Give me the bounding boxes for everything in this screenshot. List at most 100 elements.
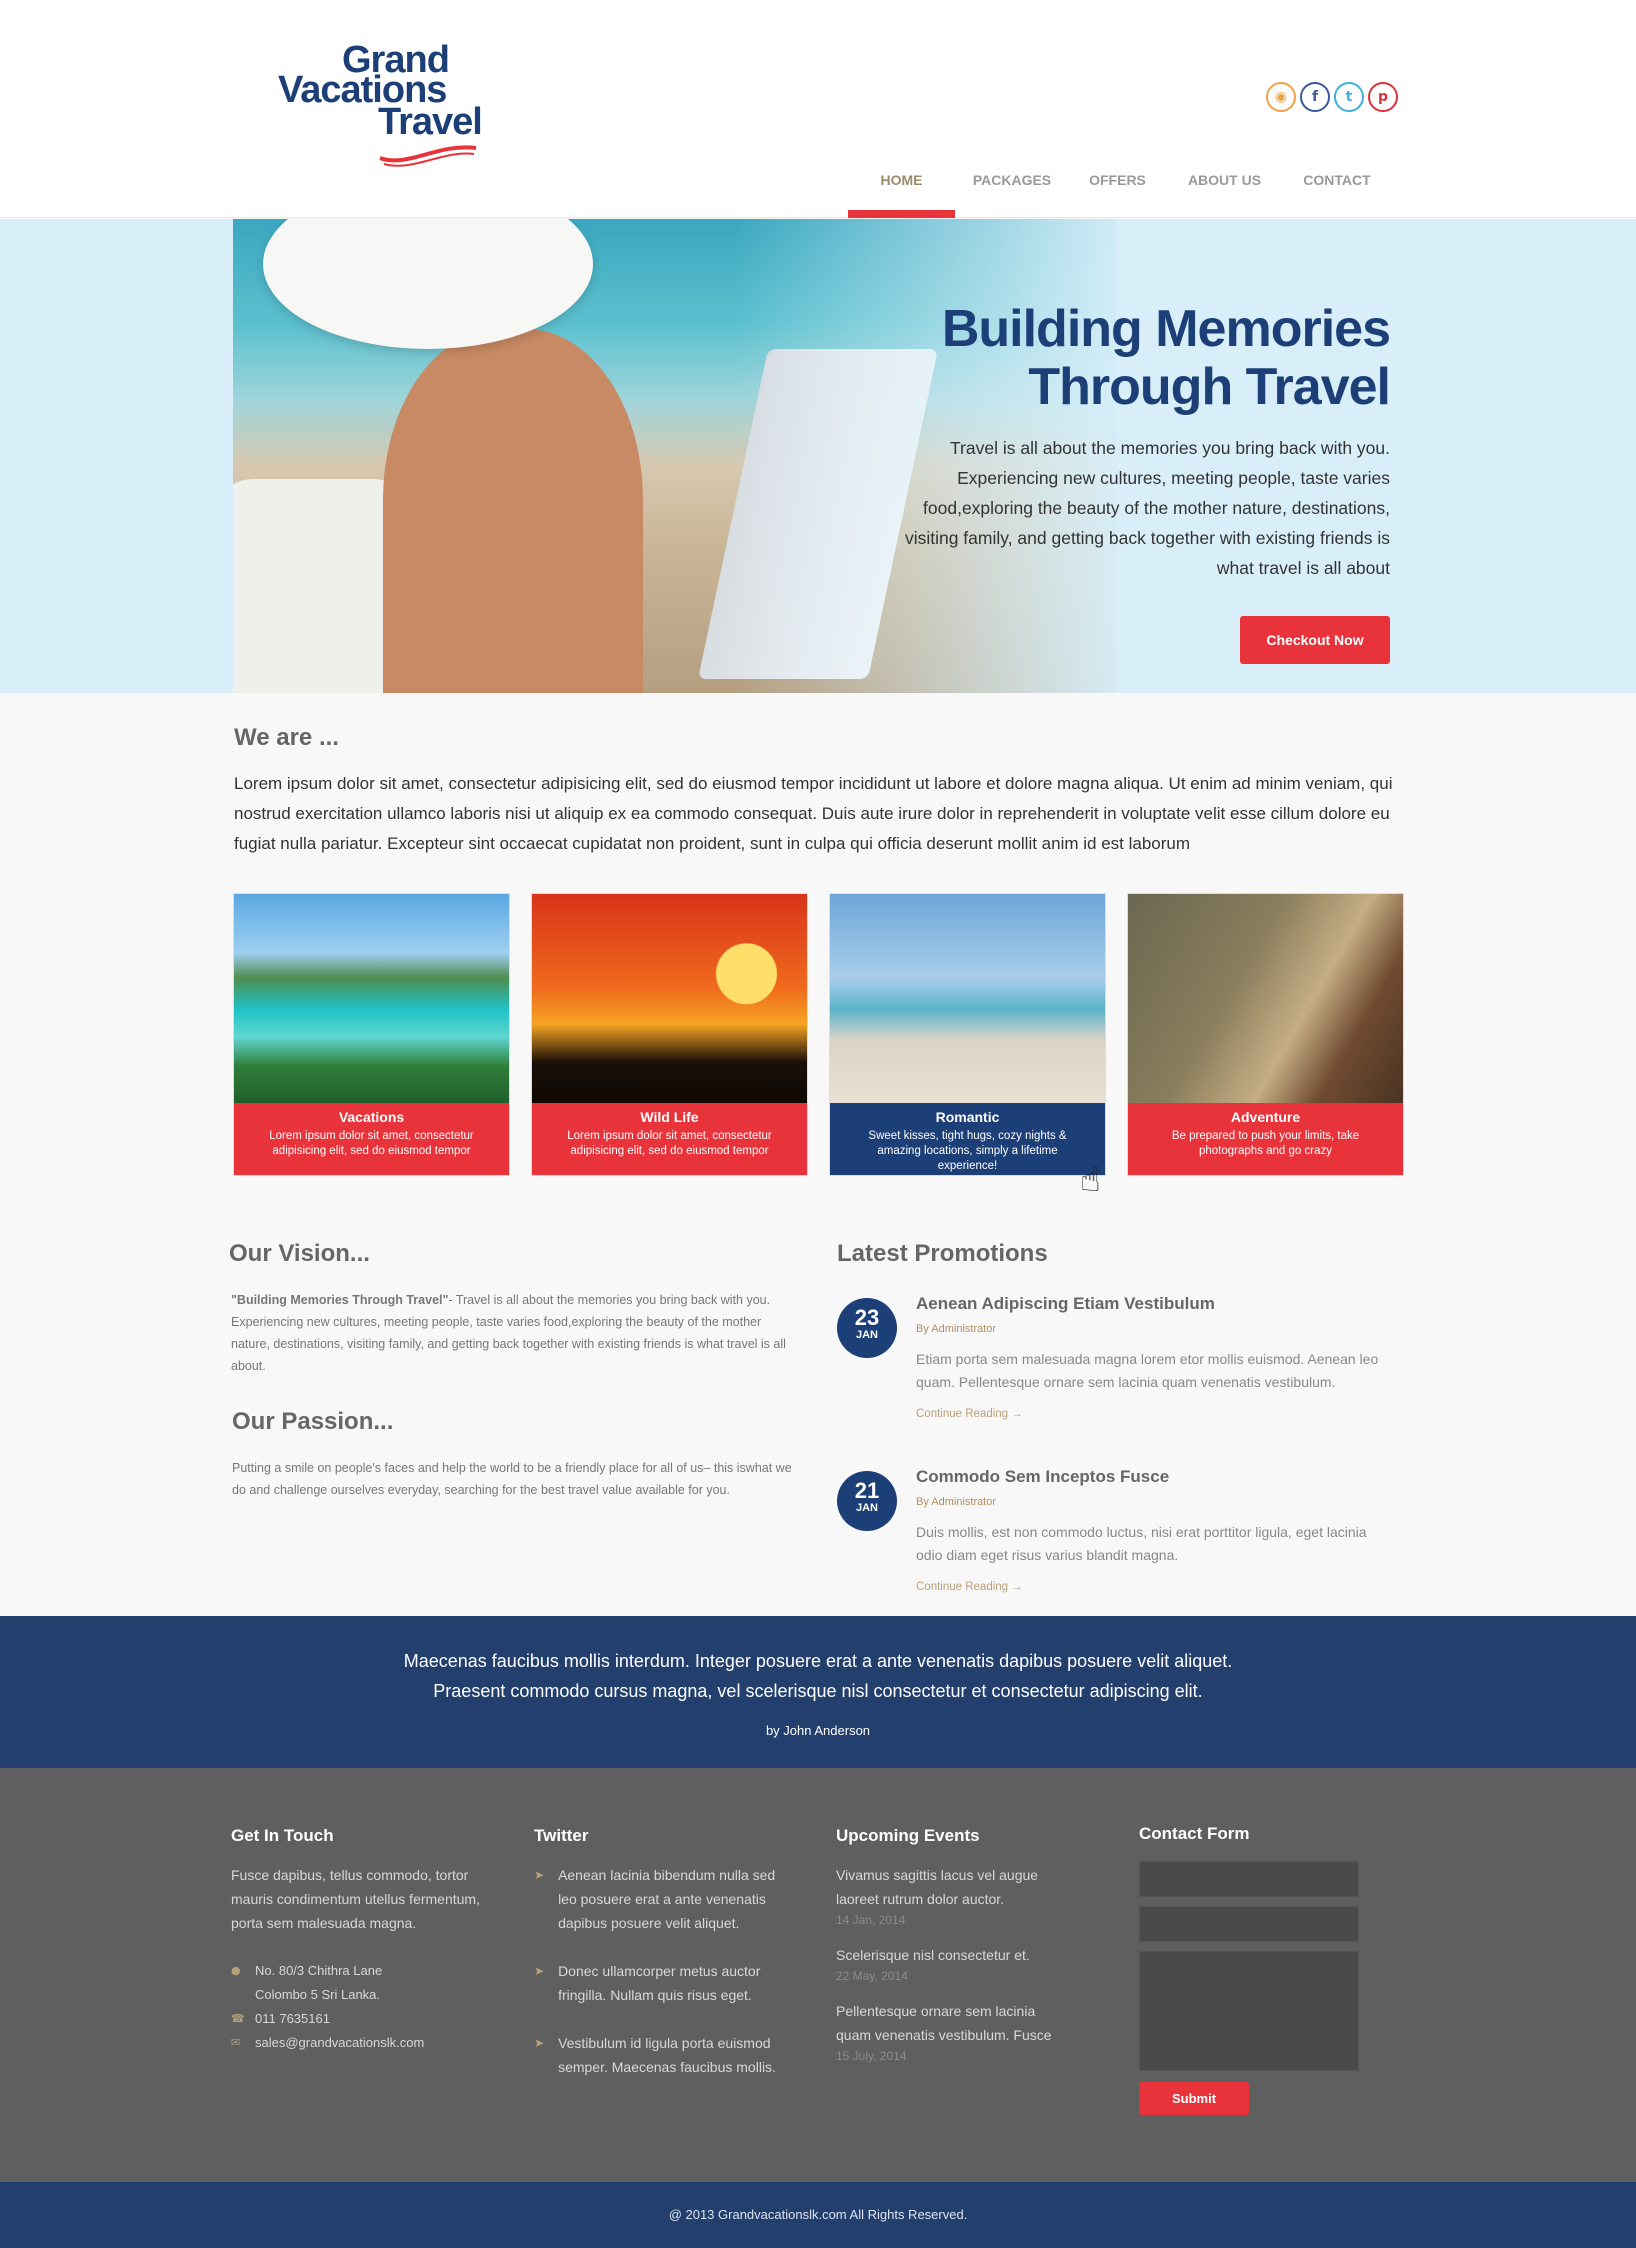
hero-title: Building Memories Through Travel bbox=[941, 300, 1391, 416]
category-cards: Vacations Lorem ipsum dolor sit amet, co… bbox=[233, 893, 1404, 1176]
checkout-now-button[interactable]: Checkout Now bbox=[1240, 616, 1390, 664]
romantic-image bbox=[830, 894, 1105, 1104]
twitter-bird-icon: ➤ bbox=[534, 1868, 545, 1882]
footer-heading: Upcoming Events bbox=[836, 1826, 980, 1845]
promotion-item: 23 JAN Aenean Adipiscing Etiam Vestibulu… bbox=[837, 1294, 1397, 1434]
promotion-text: Duis mollis, est non commodo luctus, nis… bbox=[916, 1524, 1367, 1563]
nav-offers[interactable]: OFFERS bbox=[1069, 160, 1166, 218]
promotions-title: Latest Promotions bbox=[837, 1240, 1048, 1267]
card-vacations[interactable]: Vacations Lorem ipsum dolor sit amet, co… bbox=[233, 893, 510, 1176]
logo-swoosh-icon bbox=[379, 145, 477, 167]
promotion-title[interactable]: Aenean Adipiscing Etiam Vestibulum bbox=[916, 1294, 1215, 1314]
footer-heading: Contact Form bbox=[1139, 1824, 1250, 1843]
promotion-item: 21 JAN Commodo Sem Inceptos Fusce By Adm… bbox=[837, 1467, 1397, 1607]
twitter-bird-icon: ➤ bbox=[534, 1964, 545, 1978]
hero-banner bbox=[0, 219, 1636, 693]
tweet-text[interactable]: Donec ullamcorper metus auctor fringilla… bbox=[558, 1959, 784, 2007]
social-links: ◉ f t p bbox=[1266, 82, 1398, 112]
date-badge: 23 JAN bbox=[837, 1298, 897, 1358]
card-desc: Lorem ipsum dolor sit amet, consectetur … bbox=[567, 1130, 772, 1157]
testimonial-author: by John Anderson bbox=[765, 1723, 871, 1738]
message-textarea[interactable] bbox=[1139, 1951, 1359, 2071]
twitter-bird-icon: ➤ bbox=[534, 2036, 545, 2050]
footer-contact-form: Contact Form Submit bbox=[1139, 1824, 1369, 2115]
testimonial-text: Maecenas faucibus mollis interdum. Integ… bbox=[403, 1651, 1233, 1701]
we-are-text: Lorem ipsum dolor sit amet, consectetur … bbox=[234, 774, 1393, 853]
date-day: 23 bbox=[854, 1305, 880, 1330]
facebook-icon[interactable]: f bbox=[1300, 82, 1330, 112]
promotion-author[interactable]: By Administrator bbox=[916, 1323, 996, 1335]
event-date: 22 May, 2014 bbox=[836, 1969, 908, 1983]
hero-title-line-2: Through Travel bbox=[1028, 358, 1391, 416]
vision-text: "Building Memories Through Travel"- Trav… bbox=[231, 1289, 791, 1377]
page: Grand Vacations Travel ◉ f t p HOME PACK… bbox=[0, 0, 1636, 2248]
card-adventure[interactable]: Adventure Be prepared to push your limit… bbox=[1127, 893, 1404, 1176]
tweet-text[interactable]: Aenean lacinia bibendum nulla sed leo po… bbox=[558, 1863, 784, 1935]
hero-title-line-1: Building Memories bbox=[941, 300, 1391, 358]
nav-contact[interactable]: CONTACT bbox=[1283, 160, 1391, 218]
card-caption: Vacations Lorem ipsum dolor sit amet, co… bbox=[234, 1103, 509, 1175]
vision-bold: "Building Memories Through Travel" bbox=[231, 1293, 449, 1307]
email-icon: ✉ bbox=[231, 2036, 241, 2049]
we-are-title: We are ... bbox=[234, 724, 339, 751]
continue-reading-link[interactable]: Continue Reading → bbox=[916, 1581, 1023, 1593]
footer-upcoming-events: Upcoming Events Vivamus sagittis lacus v… bbox=[836, 1826, 1066, 2079]
card-title: Romantic bbox=[935, 1109, 1000, 1125]
contact-details: ● No. 80/3 Chithra Lane Colombo 5 Sri Lan… bbox=[231, 1959, 491, 2055]
vision-title: Our Vision... bbox=[229, 1240, 370, 1267]
continue-reading-link[interactable]: Continue Reading → bbox=[916, 1408, 1023, 1420]
footer-get-in-touch: Get In Touch Fusce dapibus, tellus commo… bbox=[231, 1826, 491, 2055]
email-field[interactable] bbox=[1139, 1906, 1359, 1942]
pinterest-icon[interactable]: p bbox=[1368, 82, 1398, 112]
card-title: Adventure bbox=[1230, 1109, 1301, 1125]
main-nav: HOME PACKAGES OFFERS ABOUT US CONTACT bbox=[848, 160, 1391, 218]
copyright-bar: @ 2013 Grandvacationslk.com All Rights R… bbox=[0, 2182, 1636, 2248]
card-caption: Romantic Sweet kisses, tight hugs, cozy … bbox=[830, 1103, 1105, 1175]
card-romantic[interactable]: Romantic Sweet kisses, tight hugs, cozy … bbox=[829, 893, 1106, 1176]
hand-cursor-icon: ☝ bbox=[1080, 1160, 1101, 1200]
submit-button[interactable]: Submit bbox=[1139, 2082, 1249, 2115]
nav-home[interactable]: HOME bbox=[848, 160, 955, 218]
name-field[interactable] bbox=[1139, 1861, 1359, 1897]
promotion-title[interactable]: Commodo Sem Inceptos Fusce bbox=[916, 1467, 1169, 1487]
date-day: 21 bbox=[854, 1478, 880, 1503]
card-wild-life[interactable]: Wild Life Lorem ipsum dolor sit amet, co… bbox=[531, 893, 808, 1176]
event-date: 14 Jan, 2014 bbox=[836, 1913, 906, 1927]
promotion-author[interactable]: By Administrator bbox=[916, 1496, 996, 1508]
email-link[interactable]: sales@grandvacationslk.com bbox=[255, 2031, 424, 2055]
passion-text: Putting a smile on people's faces and he… bbox=[232, 1461, 792, 1497]
hero-text: Travel is all about the memories you bri… bbox=[904, 438, 1390, 578]
card-caption: Adventure Be prepared to push your limit… bbox=[1128, 1103, 1403, 1175]
date-month: JAN bbox=[855, 1329, 878, 1341]
address-line-2: Colombo 5 Sri Lanka. bbox=[255, 1987, 381, 2002]
card-desc: Lorem ipsum dolor sit amet, consectetur … bbox=[269, 1130, 474, 1157]
footer-heading: Twitter bbox=[534, 1826, 589, 1845]
nav-packages[interactable]: PACKAGES bbox=[955, 160, 1069, 218]
vacations-image bbox=[234, 894, 509, 1104]
event-text[interactable]: Pellentesque ornare sem lacinia quam ven… bbox=[836, 1999, 1066, 2047]
footer: Get In Touch Fusce dapibus, tellus commo… bbox=[0, 1768, 1636, 2182]
phone-number: 011 7635161 bbox=[255, 2011, 330, 2026]
event-text[interactable]: Vivamus sagittis lacus vel augue laoreet… bbox=[836, 1863, 1066, 1911]
nav-about-us[interactable]: ABOUT US bbox=[1166, 160, 1283, 218]
logo[interactable]: Grand Vacations Travel bbox=[278, 40, 498, 180]
rss-icon[interactable]: ◉ bbox=[1266, 82, 1296, 112]
card-title: Wild Life bbox=[640, 1109, 699, 1125]
promotion-text: Etiam porta sem malesuada magna lorem et… bbox=[916, 1351, 1379, 1390]
twitter-icon[interactable]: t bbox=[1334, 82, 1364, 112]
date-badge: 21 JAN bbox=[837, 1471, 897, 1531]
card-title: Vacations bbox=[338, 1109, 405, 1125]
card-caption: Wild Life Lorem ipsum dolor sit amet, co… bbox=[532, 1103, 807, 1175]
footer-twitter: Twitter ➤ Aenean lacinia bibendum nulla s… bbox=[534, 1826, 784, 2103]
testimonial-banner: Maecenas faucibus mollis interdum. Integ… bbox=[0, 1616, 1636, 1768]
event-date: 15 July, 2014 bbox=[836, 2049, 907, 2063]
adventure-image bbox=[1128, 894, 1403, 1104]
wild-life-image bbox=[532, 894, 807, 1104]
site-header: Grand Vacations Travel ◉ f t p HOME PACK… bbox=[0, 0, 1636, 218]
event-text[interactable]: Scelerisque nisl consectetur et. bbox=[836, 1943, 1066, 1967]
date-month: JAN bbox=[855, 1502, 878, 1514]
address-line-1: No. 80/3 Chithra Lane bbox=[255, 1963, 383, 1978]
footer-heading: Get In Touch bbox=[231, 1826, 334, 1845]
tweet-text[interactable]: Vestibulum id ligula porta euismod sempe… bbox=[558, 2031, 784, 2079]
phone-icon: ☎ bbox=[231, 2012, 245, 2025]
